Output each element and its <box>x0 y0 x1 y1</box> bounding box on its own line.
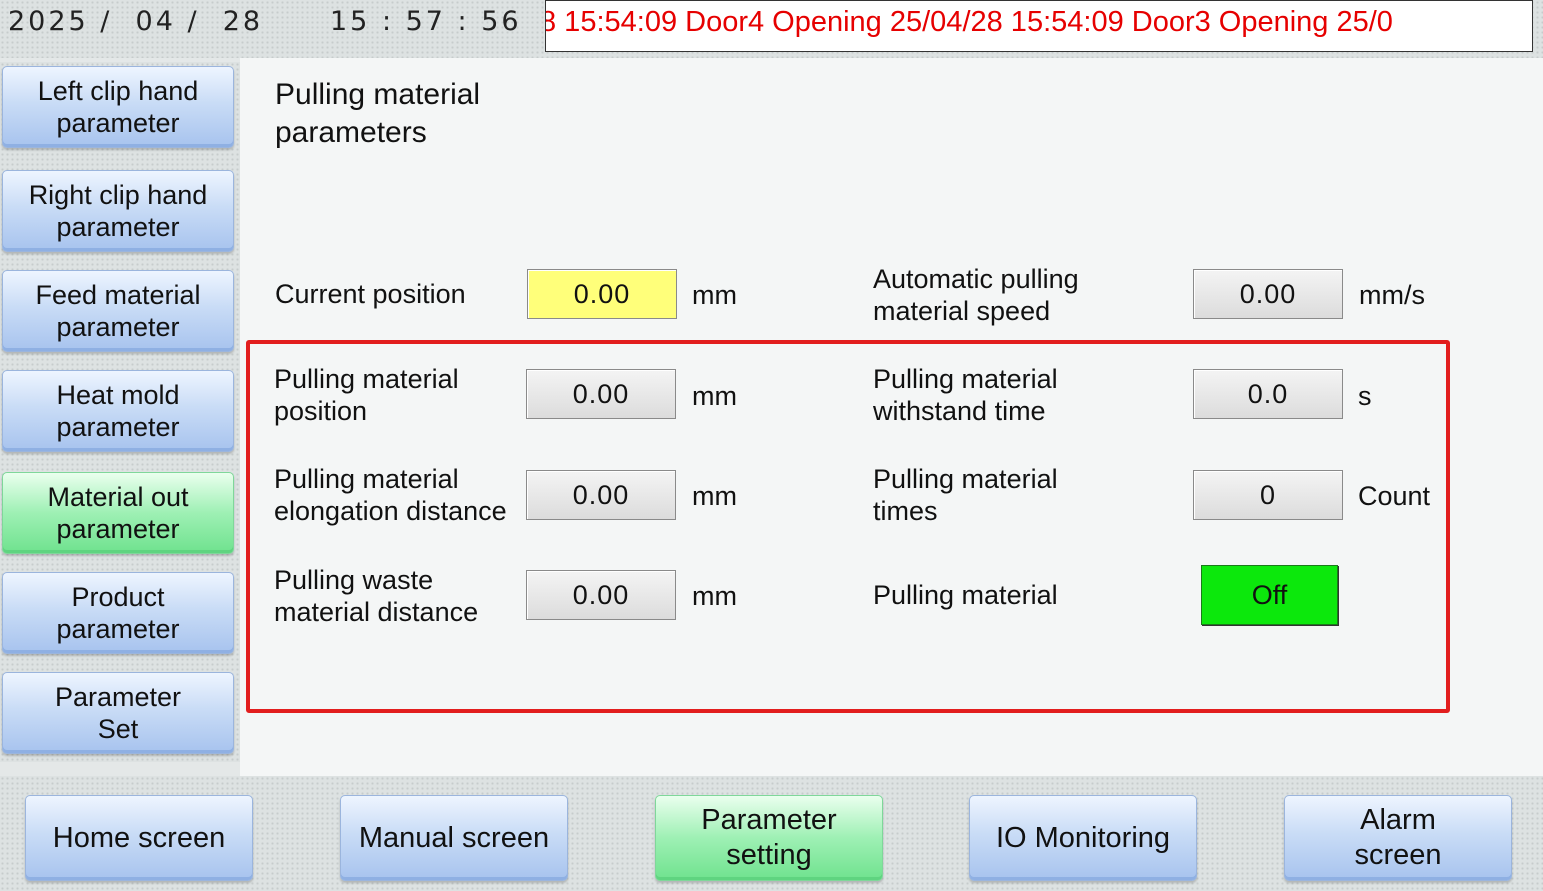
elongation-field[interactable]: 0.00 <box>526 470 676 520</box>
waste-distance-field[interactable]: 0.00 <box>526 570 676 620</box>
waste-distance-unit: mm <box>692 581 737 611</box>
sidebar-item-material-out[interactable]: Material out parameter <box>2 472 234 554</box>
elongation-unit: mm <box>692 481 737 511</box>
top-status-bar: 2025 / 04 / 28 15 : 57 : 56 8 15:54:09 D… <box>0 0 1543 58</box>
sidebar-item-product[interactable]: Product parameter <box>2 572 234 654</box>
pull-position-field[interactable]: 0.00 <box>526 369 676 419</box>
alarm-ticker: 8 15:54:09 Door4 Opening 25/04/28 15:54:… <box>545 0 1533 52</box>
withstand-time-unit: s <box>1358 381 1372 411</box>
time-display: 15 : 57 : 56 <box>330 6 522 37</box>
bottom-nav: Home screen Manual screen Parameter sett… <box>0 776 1543 891</box>
nav-io-monitoring[interactable]: IO Monitoring <box>969 795 1197 881</box>
sidebar-item-parameter-set[interactable]: Parameter Set <box>2 672 234 754</box>
nav-parameter-setting[interactable]: Parameter setting <box>655 795 883 881</box>
nav-home-screen[interactable]: Home screen <box>25 795 253 881</box>
current-position-value: 0.00 <box>527 269 677 319</box>
pull-position-label: Pulling material position <box>274 364 459 426</box>
withstand-time-field[interactable]: 0.0 <box>1193 369 1343 419</box>
pull-switch-label: Pulling material <box>873 580 1058 610</box>
alarm-ticker-text: 8 15:54:09 Door4 Opening 25/04/28 15:54:… <box>545 6 1393 38</box>
sidebar-item-feed-material[interactable]: Feed material parameter <box>2 270 234 352</box>
pull-material-toggle[interactable]: Off <box>1201 565 1338 625</box>
auto-speed-unit: mm/s <box>1359 280 1425 310</box>
elongation-label: Pulling material elongation distance <box>274 464 507 526</box>
auto-speed-field[interactable]: 0.00 <box>1193 269 1343 319</box>
nav-alarm-screen[interactable]: Alarm screen <box>1284 795 1512 881</box>
pull-times-field[interactable]: 0 <box>1193 470 1343 520</box>
pull-position-unit: mm <box>692 381 737 411</box>
sidebar-item-left-clip-hand[interactable]: Left clip hand parameter <box>2 66 234 148</box>
current-position-unit: mm <box>692 280 737 310</box>
waste-distance-label: Pulling waste material distance <box>274 565 479 627</box>
sidebar-item-heat-mold[interactable]: Heat mold parameter <box>2 370 234 452</box>
nav-manual-screen[interactable]: Manual screen <box>340 795 568 881</box>
sidebar-item-right-clip-hand[interactable]: Right clip hand parameter <box>2 170 234 252</box>
date-display: 2025 / 04 / 28 <box>8 6 264 37</box>
withstand-time-label: Pulling material withstand time <box>873 364 1058 426</box>
auto-speed-label: Automatic pulling material speed <box>873 264 1079 326</box>
sidebar: Left clip hand parameter Right clip hand… <box>0 62 240 762</box>
current-position-label: Current position <box>275 279 466 309</box>
page-title: Pulling material parameters <box>275 78 481 149</box>
pull-times-label: Pulling material times <box>873 464 1058 526</box>
pull-times-unit: Count <box>1358 481 1431 511</box>
